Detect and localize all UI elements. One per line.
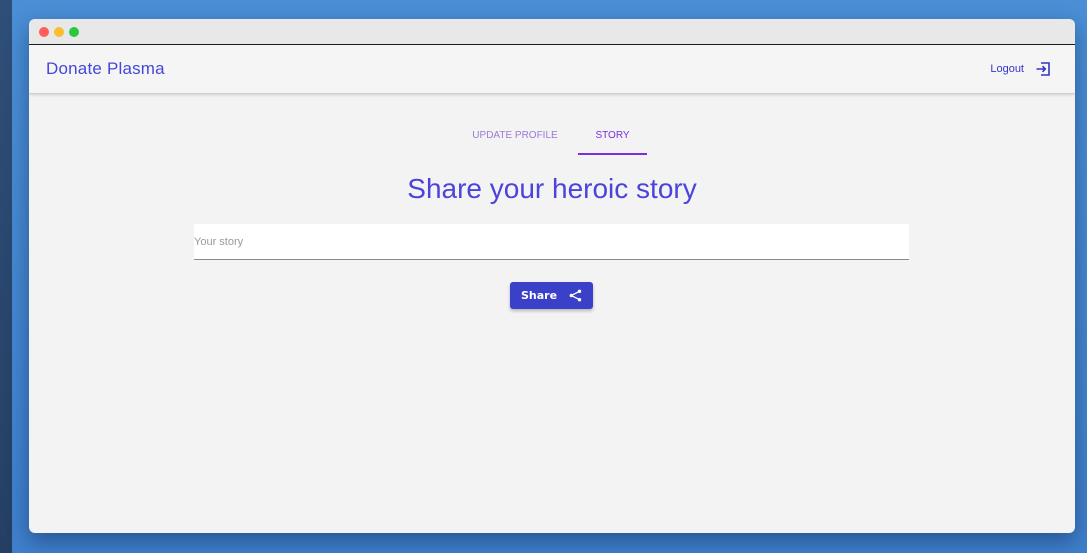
page-heading: Share your heroic story	[407, 173, 697, 204]
story-field	[194, 224, 909, 260]
window-titlebar	[29, 19, 1075, 45]
share-button[interactable]: Share	[510, 282, 593, 309]
minimize-window-button[interactable]	[54, 27, 64, 37]
maximize-window-button[interactable]	[69, 27, 79, 37]
close-window-button[interactable]	[39, 27, 49, 37]
app-header: Donate Plasma Logout	[29, 45, 1075, 94]
share-icon	[569, 289, 582, 302]
logout-label: Logout	[990, 63, 1024, 75]
tab-story[interactable]: STORY	[578, 127, 647, 155]
logout-button[interactable]: Logout	[990, 61, 1051, 77]
exit-icon	[1035, 61, 1051, 77]
profile-tabs: UPDATE PROFILE STORY	[29, 127, 1075, 155]
share-button-label: Share	[520, 289, 558, 302]
story-input[interactable]	[194, 224, 909, 259]
desktop-left-edge	[0, 0, 12, 553]
tab-update-profile-label: UPDATE PROFILE	[472, 130, 558, 141]
browser-window: Donate Plasma Logout UPDATE PROFILE STOR…	[29, 19, 1075, 533]
app-brand[interactable]: Donate Plasma	[46, 59, 165, 79]
active-tab-indicator	[578, 153, 647, 155]
tab-story-label: STORY	[595, 130, 630, 141]
tab-update-profile[interactable]: UPDATE PROFILE	[465, 127, 565, 155]
